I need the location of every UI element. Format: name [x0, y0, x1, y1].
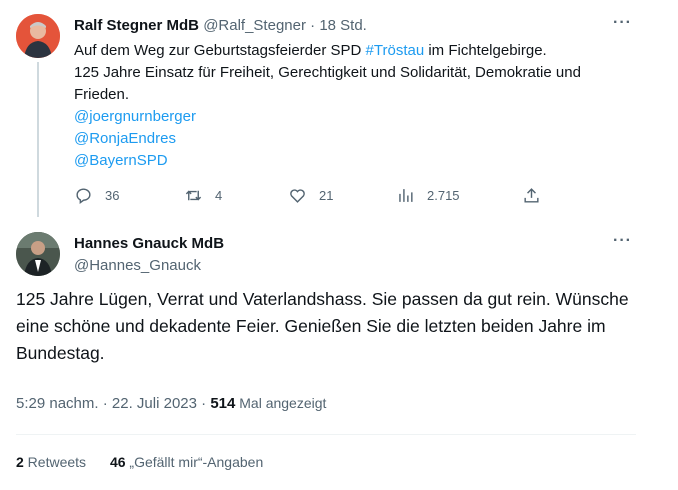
separator: · — [310, 17, 316, 34]
retweet-count: 4 — [215, 188, 223, 203]
share-icon — [524, 188, 539, 203]
author-handle[interactable]: @Ralf_Stegner — [203, 17, 306, 34]
reply-icon — [76, 188, 91, 205]
tweet-actions: 36 4 21 2.715 — [74, 186, 554, 208]
mention-link[interactable]: @BayernSPD — [74, 150, 634, 172]
engagement-stats: 2 Retweets 46 „Gefällt mir“-Angaben — [16, 454, 263, 470]
author-name[interactable]: Ralf Stegner MdB — [74, 17, 199, 34]
mention-link[interactable]: @joergnurnberger — [74, 106, 634, 128]
like-button[interactable]: 21 — [288, 186, 333, 205]
thread-connector-line — [37, 62, 39, 217]
retweet-button[interactable]: 4 — [184, 186, 222, 205]
view-label: Mal angezeigt — [235, 395, 327, 411]
text-segment: Auf dem Weg zur Geburtstagsfeierder SPD — [74, 42, 366, 59]
tweet-text: 125 Jahre Lügen, Verrat und Vaterlandsha… — [16, 289, 629, 363]
author-handle[interactable]: @Hannes_Gnauck — [74, 256, 201, 276]
tweet-text: Auf dem Weg zur Geburtstagsfeierder SPD … — [74, 40, 634, 172]
tweet-time[interactable]: 5:29 nachm. — [16, 395, 99, 412]
view-count: 514 — [210, 395, 236, 412]
views-button[interactable]: 2.715 — [396, 186, 460, 205]
likes-label: „Gefällt mir“-Angaben — [125, 454, 264, 470]
retweets-count: 2 — [16, 454, 24, 470]
likes-stat[interactable]: 46 „Gefällt mir“-Angaben — [110, 454, 263, 470]
retweets-stat[interactable]: 2 Retweets — [16, 454, 86, 470]
heart-icon — [290, 189, 305, 203]
text-segment: im Fichtelgebirge. — [424, 42, 547, 59]
avatar-photo-icon — [16, 232, 60, 276]
separator: · — [196, 395, 211, 412]
timestamp[interactable]: 18 Std. — [319, 17, 367, 34]
tweet-date[interactable]: 22. Juli 2023 — [112, 395, 197, 412]
like-count: 21 — [319, 188, 334, 203]
reply-count: 36 — [105, 188, 120, 203]
retweet-icon — [185, 190, 202, 201]
mention-link[interactable]: @RonjaEndres — [74, 128, 634, 150]
avatar[interactable] — [16, 14, 60, 58]
tweet-meta: 5:29 nachm. · 22. Juli 2023 · 514 Mal an… — [16, 395, 326, 412]
views-count: 2.715 — [427, 188, 460, 203]
likes-count: 46 — [109, 454, 126, 470]
analytics-icon — [399, 189, 413, 202]
hashtag-link[interactable]: #Tröstau — [366, 42, 425, 59]
tweet-ralf-stegner[interactable]: Ralf Stegner MdB @Ralf_Stegner · 18 Std.… — [0, 0, 678, 218]
avatar-photo-icon — [16, 14, 60, 58]
retweets-label: Retweets — [23, 454, 87, 470]
separator: · — [98, 395, 112, 412]
tweet-header: Ralf Stegner MdB @Ralf_Stegner · 18 Std. — [74, 16, 367, 36]
more-options-icon[interactable]: ··· — [613, 232, 632, 250]
divider — [16, 434, 636, 435]
tweet-text-line2: 125 Jahre Einsatz für Freiheit, Gerechti… — [74, 64, 581, 103]
more-options-icon[interactable]: ··· — [613, 14, 632, 32]
reply-button[interactable]: 36 — [74, 186, 119, 205]
author-name[interactable]: Hannes Gnauck MdB — [74, 234, 224, 254]
tweet-text-line1: Auf dem Weg zur Geburtstagsfeierder SPD … — [74, 40, 634, 62]
share-button[interactable] — [522, 186, 541, 205]
avatar[interactable] — [16, 232, 60, 276]
